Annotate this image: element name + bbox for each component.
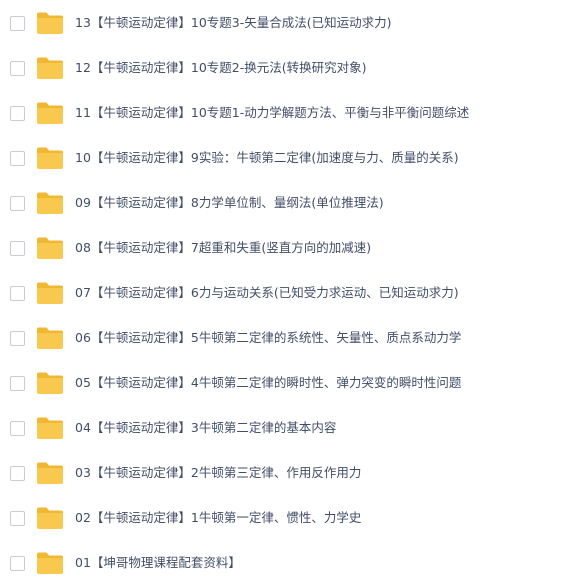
list-item[interactable]: 03【牛顿运动定律】2牛顿第三定律、作用反作用力 bbox=[0, 450, 574, 495]
folder-icon[interactable] bbox=[36, 416, 64, 440]
row-checkbox[interactable] bbox=[10, 240, 25, 256]
folder-icon[interactable] bbox=[36, 236, 64, 260]
folder-icon[interactable] bbox=[36, 506, 64, 530]
folder-icon[interactable] bbox=[36, 101, 64, 125]
file-name[interactable]: 07【牛顿运动定律】6力与运动关系(已知受力求运动、已知运动求力) bbox=[75, 285, 459, 301]
list-item[interactable]: 10【牛顿运动定律】9实验：牛顿第二定律(加速度与力、质量的关系) bbox=[0, 135, 574, 180]
list-item[interactable]: 11【牛顿运动定律】10专题1-动力学解题方法、平衡与非平衡问题综述 bbox=[0, 90, 574, 135]
file-name[interactable]: 01【坤哥物理课程配套资料】 bbox=[75, 555, 241, 571]
list-item[interactable]: 07【牛顿运动定律】6力与运动关系(已知受力求运动、已知运动求力) bbox=[0, 270, 574, 315]
file-name[interactable]: 10【牛顿运动定律】9实验：牛顿第二定律(加速度与力、质量的关系) bbox=[75, 150, 459, 166]
folder-icon[interactable] bbox=[36, 551, 64, 575]
file-list: 13【牛顿运动定律】10专题3-矢量合成法(已知运动求力) 12【牛顿运动定律】… bbox=[0, 0, 574, 581]
folder-icon[interactable] bbox=[36, 191, 64, 215]
file-name[interactable]: 12【牛顿运动定律】10专题2-换元法(转换研究对象) bbox=[75, 60, 367, 76]
list-item[interactable]: 08【牛顿运动定律】7超重和失重(竖直方向的加减速) bbox=[0, 225, 574, 270]
list-item[interactable]: 12【牛顿运动定律】10专题2-换元法(转换研究对象) bbox=[0, 45, 574, 90]
row-checkbox[interactable] bbox=[10, 510, 25, 526]
file-name[interactable]: 04【牛顿运动定律】3牛顿第二定律的基本内容 bbox=[75, 420, 336, 436]
list-item[interactable]: 13【牛顿运动定律】10专题3-矢量合成法(已知运动求力) bbox=[0, 0, 574, 45]
folder-icon[interactable] bbox=[36, 146, 64, 170]
row-checkbox[interactable] bbox=[10, 285, 25, 301]
folder-icon[interactable] bbox=[36, 281, 64, 305]
file-name[interactable]: 08【牛顿运动定律】7超重和失重(竖直方向的加减速) bbox=[75, 240, 371, 256]
list-item[interactable]: 06【牛顿运动定律】5牛顿第二定律的系统性、矢量性、质点系动力学 bbox=[0, 315, 574, 360]
file-name[interactable]: 05【牛顿运动定律】4牛顿第二定律的瞬时性、弹力突变的瞬时性问题 bbox=[75, 375, 461, 391]
file-name[interactable]: 06【牛顿运动定律】5牛顿第二定律的系统性、矢量性、质点系动力学 bbox=[75, 330, 461, 346]
file-name[interactable]: 02【牛顿运动定律】1牛顿第一定律、惯性、力学史 bbox=[75, 510, 361, 526]
folder-icon[interactable] bbox=[36, 11, 64, 35]
list-item[interactable]: 04【牛顿运动定律】3牛顿第二定律的基本内容 bbox=[0, 405, 574, 450]
list-item[interactable]: 09【牛顿运动定律】8力学单位制、量纲法(单位推理法) bbox=[0, 180, 574, 225]
list-item[interactable]: 01【坤哥物理课程配套资料】 bbox=[0, 540, 574, 581]
folder-icon[interactable] bbox=[36, 461, 64, 485]
row-checkbox[interactable] bbox=[10, 375, 25, 391]
folder-icon[interactable] bbox=[36, 371, 64, 395]
row-checkbox[interactable] bbox=[10, 60, 25, 76]
file-name[interactable]: 11【牛顿运动定律】10专题1-动力学解题方法、平衡与非平衡问题综述 bbox=[75, 105, 469, 121]
list-item[interactable]: 02【牛顿运动定律】1牛顿第一定律、惯性、力学史 bbox=[0, 495, 574, 540]
row-checkbox[interactable] bbox=[10, 330, 25, 346]
row-checkbox[interactable] bbox=[10, 465, 25, 481]
folder-icon[interactable] bbox=[36, 326, 64, 350]
list-item[interactable]: 05【牛顿运动定律】4牛顿第二定律的瞬时性、弹力突变的瞬时性问题 bbox=[0, 360, 574, 405]
row-checkbox[interactable] bbox=[10, 420, 25, 436]
file-name[interactable]: 13【牛顿运动定律】10专题3-矢量合成法(已知运动求力) bbox=[75, 15, 392, 31]
row-checkbox[interactable] bbox=[10, 105, 25, 121]
folder-icon[interactable] bbox=[36, 56, 64, 80]
file-name[interactable]: 03【牛顿运动定律】2牛顿第三定律、作用反作用力 bbox=[75, 465, 361, 481]
row-checkbox[interactable] bbox=[10, 15, 25, 31]
row-checkbox[interactable] bbox=[10, 195, 25, 211]
row-checkbox[interactable] bbox=[10, 150, 25, 166]
file-name[interactable]: 09【牛顿运动定律】8力学单位制、量纲法(单位推理法) bbox=[75, 195, 384, 211]
row-checkbox[interactable] bbox=[10, 555, 25, 571]
